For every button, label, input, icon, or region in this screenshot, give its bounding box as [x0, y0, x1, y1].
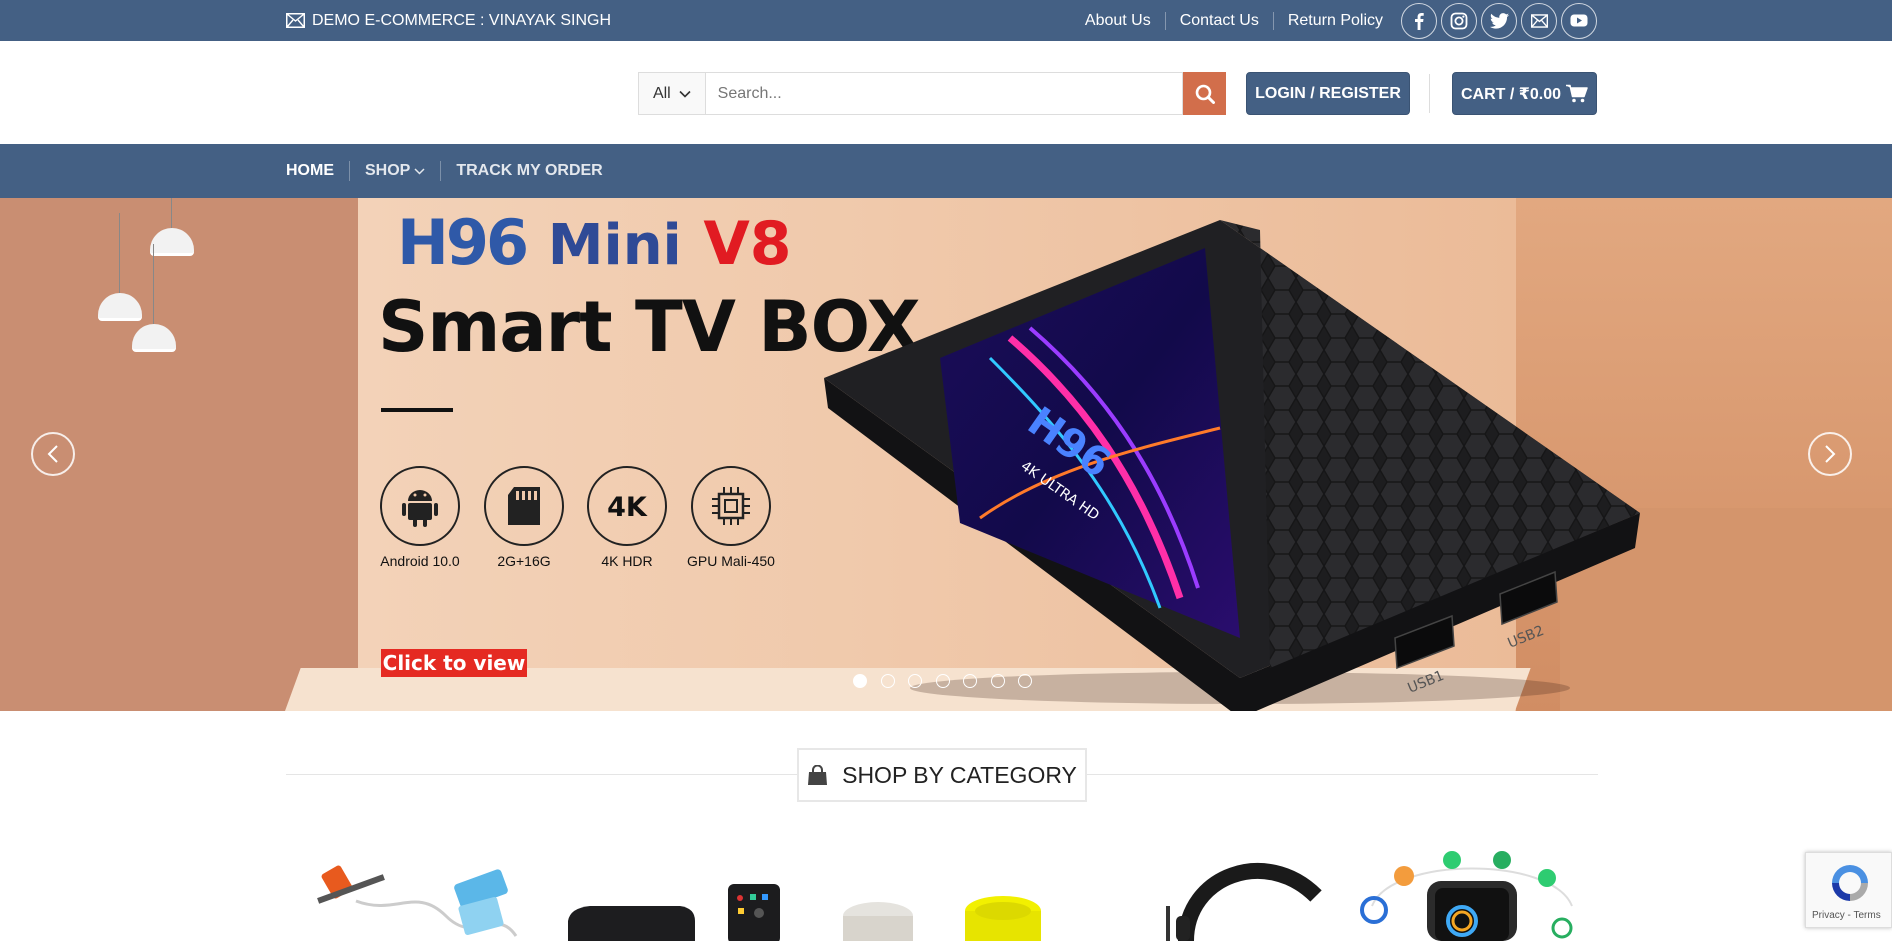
top-bar-contact[interactable]: DEMO E-COMMERCE : VINAYAK SINGH — [286, 12, 611, 30]
hero-brand: H96 Mini V8 — [397, 206, 792, 279]
pendant-lamp-icon — [132, 244, 176, 352]
feature-android-label: Android 10.0 — [380, 553, 460, 569]
category-select-value: All — [652, 84, 671, 102]
recaptcha-text: Privacy - Terms — [1812, 910, 1881, 921]
nav-item-home[interactable]: HOME — [286, 161, 349, 181]
facebook-icon[interactable] — [1401, 2, 1437, 39]
chevron-down-icon — [679, 90, 691, 98]
hero-brand-v8: V8 — [703, 209, 792, 279]
speakers-image — [838, 846, 1058, 941]
twitter-icon[interactable] — [1481, 2, 1517, 39]
search-icon — [1195, 84, 1215, 104]
main-nav-inner: HOME SHOP TRACK MY ORDER — [286, 144, 618, 198]
4k-icon: 4K — [587, 466, 667, 546]
top-bar-inner: DEMO E-COMMERCE : VINAYAK SINGH About Us… — [286, 0, 1597, 41]
feature-4k-label: 4K HDR — [601, 553, 653, 569]
chip-icon — [691, 466, 771, 546]
main-nav: HOME SHOP TRACK MY ORDER — [0, 144, 1892, 198]
cart-icon — [1566, 84, 1588, 103]
youtube-icon[interactable] — [1561, 2, 1597, 39]
sd-card-icon — [484, 466, 564, 546]
feature-gpu: GPU Mali-450 — [681, 466, 781, 569]
search-input[interactable] — [705, 72, 1184, 115]
slider-dot[interactable] — [990, 674, 1005, 688]
feature-gpu-label: GPU Mali-450 — [687, 553, 775, 569]
about-us-link[interactable]: About Us — [1071, 11, 1166, 30]
shop-by-category-section: SHOP BY CATEGORY — [286, 748, 1598, 804]
cart-label: CART / ₹0.00 — [1460, 85, 1562, 103]
headphones-image — [1156, 846, 1336, 941]
category-thumb-speakers[interactable] — [838, 846, 1058, 941]
section-title: SHOP BY CATEGORY — [842, 761, 1077, 788]
top-bar-contact-label: DEMO E-COMMERCE : VINAYAK SINGH — [312, 11, 611, 29]
tv-box-image: H96 4K ULTRA HD USB1 USB2 — [824, 220, 1640, 711]
chevron-left-icon — [47, 445, 58, 463]
feature-android: Android 10.0 — [370, 466, 470, 569]
nav-item-track-order-label: TRACK MY ORDER — [456, 162, 603, 179]
svg-text:4K: 4K — [607, 493, 648, 519]
android-icon — [380, 466, 460, 546]
recaptcha-badge[interactable]: Privacy - Terms — [1805, 852, 1892, 928]
cart-button[interactable]: CART / ₹0.00 — [1452, 72, 1597, 115]
main-header: All LOGIN / REGISTER CART / ₹0.00 — [0, 41, 1892, 144]
tv-box-thumb-image — [560, 846, 790, 941]
nav-item-shop-label: SHOP — [365, 162, 411, 179]
slider-dots — [853, 674, 1046, 688]
feature-storage: 2G+16G — [474, 466, 574, 569]
category-select[interactable]: All — [638, 72, 706, 115]
hero-brand-h96: H96 — [397, 206, 529, 279]
slider-dot[interactable] — [963, 674, 977, 688]
pendant-lamp-icon — [98, 213, 142, 321]
search-bar: All — [638, 72, 1226, 115]
return-policy-link[interactable]: Return Policy — [1274, 12, 1397, 30]
hero-slider: H96 Mini V8 Smart TV BOX Android 10.0 2G… — [0, 198, 1892, 711]
hero-divider — [381, 408, 453, 412]
accessories-image — [286, 846, 532, 941]
slider-prev-button[interactable] — [31, 432, 75, 476]
slider-dot[interactable] — [853, 674, 867, 688]
contact-us-link[interactable]: Contact Us — [1166, 11, 1274, 30]
nav-item-track-order[interactable]: TRACK MY ORDER — [440, 161, 617, 181]
click-to-view-button[interactable]: Click to view — [381, 649, 527, 677]
slider-next-button[interactable] — [1808, 432, 1852, 476]
instagram-icon[interactable] — [1441, 2, 1477, 39]
recaptcha-icon — [1832, 865, 1868, 901]
category-thumb-accessories[interactable] — [286, 846, 532, 941]
shopping-bag-icon — [808, 764, 828, 785]
category-thumb-headphones[interactable] — [1156, 846, 1336, 941]
category-thumb-tv-box[interactable] — [560, 846, 790, 941]
hero-brand-mini: Mini — [547, 213, 682, 278]
feature-storage-label: 2G+16G — [497, 553, 551, 569]
top-bar: DEMO E-COMMERCE : VINAYAK SINGH About Us… — [0, 0, 1892, 41]
nav-item-home-label: HOME — [286, 162, 334, 179]
chevron-down-icon — [414, 167, 425, 175]
slider-dot[interactable] — [935, 674, 950, 688]
slider-dot[interactable] — [1018, 674, 1032, 688]
search-button[interactable] — [1183, 72, 1226, 115]
chevron-right-icon — [1825, 445, 1836, 463]
login-register-button[interactable]: LOGIN / REGISTER — [1246, 72, 1410, 115]
smartwatch-image — [1352, 846, 1592, 941]
header-divider — [1429, 74, 1430, 113]
nav-item-shop[interactable]: SHOP — [349, 161, 440, 181]
pendant-lamp-icon — [150, 198, 194, 256]
top-bar-right: About Us Contact Us Return Policy — [1071, 2, 1597, 39]
envelope-icon — [286, 13, 305, 28]
feature-4k: 4K 4K HDR — [577, 466, 677, 569]
slider-dot[interactable] — [908, 674, 922, 688]
category-thumb-smartwatch[interactable] — [1352, 846, 1592, 941]
slider-dot[interactable] — [880, 674, 895, 688]
svg-text:USB2: USB2 — [1506, 623, 1547, 652]
email-icon[interactable] — [1521, 2, 1557, 39]
section-title-box: SHOP BY CATEGORY — [797, 748, 1087, 802]
